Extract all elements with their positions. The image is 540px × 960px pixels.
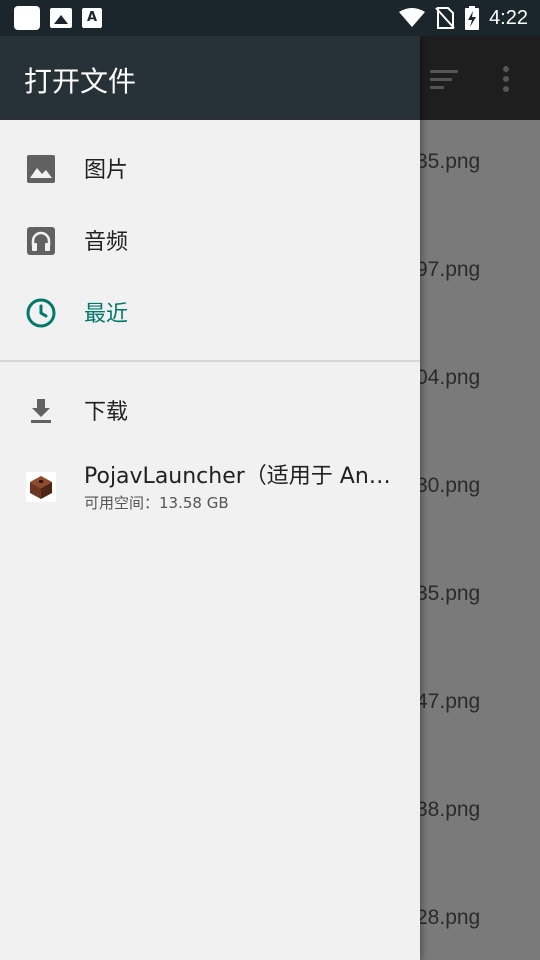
more-options-icon: [503, 66, 509, 96]
drawer-item-downloads[interactable]: 下载: [0, 374, 420, 446]
sort-icon: [430, 70, 458, 94]
file-item: 04.png: [416, 366, 481, 389]
drawer-item-storage-root[interactable]: PojavLauncher（适用于 An… 可用空间：13.58 GB: [0, 450, 420, 530]
status-time: 4:22: [489, 6, 528, 29]
status-bar: A 4:22: [0, 0, 540, 36]
drawer-item-recent[interactable]: 最近: [0, 276, 420, 348]
battery-charging-icon: [465, 6, 480, 30]
clock-icon: [26, 298, 56, 328]
no-sim-icon: [435, 7, 455, 29]
drawer-title: 打开文件: [24, 65, 137, 98]
drawer-item-images[interactable]: 图片: [0, 132, 420, 204]
wifi-icon: [399, 8, 426, 27]
minecraft-block-icon: [26, 472, 56, 502]
file-item: 28.png: [416, 906, 481, 929]
image-icon: [50, 8, 72, 28]
file-item: 35.png: [416, 150, 481, 173]
download-icon: [31, 399, 51, 423]
file-item: 47.png: [416, 690, 481, 713]
drawer-item-audio[interactable]: 音频: [0, 204, 420, 276]
storage-root-subtitle: 可用空间：13.58 GB: [84, 494, 229, 512]
file-item: 35.png: [416, 582, 481, 605]
font-a-icon: A: [82, 8, 102, 28]
drawer-item-label: 图片: [84, 158, 129, 183]
file-item: 30.png: [416, 474, 481, 497]
image-icon: [27, 155, 55, 183]
drawer-divider: [0, 360, 420, 362]
drawer-item-label: 音频: [84, 230, 129, 255]
file-item: 97.png: [416, 258, 481, 281]
file-item: 38.png: [416, 798, 481, 821]
drawer-item-label: 最近: [84, 302, 129, 327]
drawer-header: 打开文件: [0, 36, 420, 120]
headphones-icon: [27, 227, 55, 255]
navigation-drawer: 打开文件 图片 音频 最近 下载 PojavLauncher（适用于 An… 可…: [0, 36, 420, 960]
notification-square-icon: [14, 6, 40, 30]
drawer-item-label: 下载: [84, 400, 129, 425]
storage-root-label: PojavLauncher（适用于 An…: [84, 464, 391, 489]
